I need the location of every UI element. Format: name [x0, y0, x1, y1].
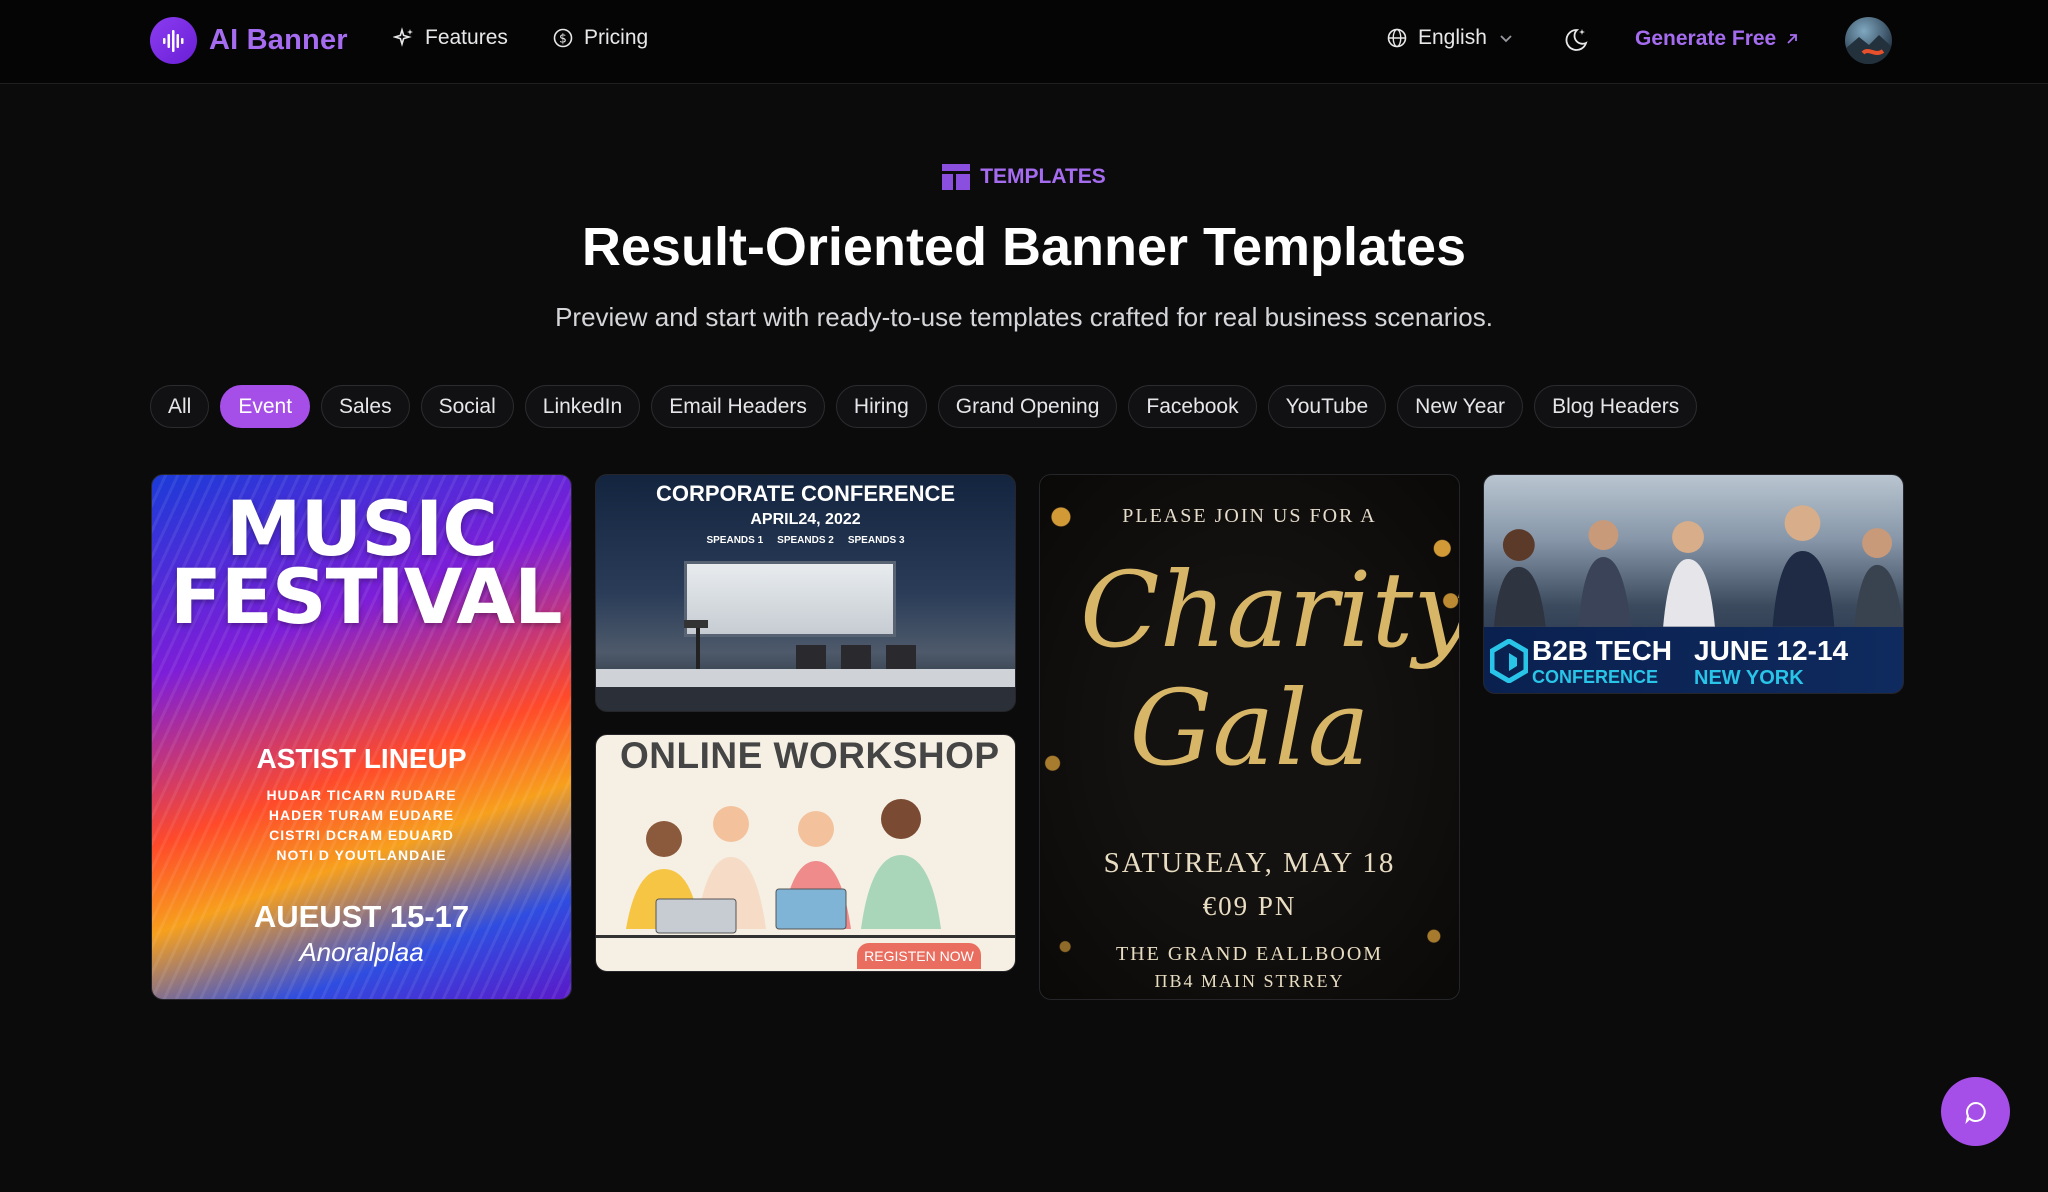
- chat-support-button[interactable]: [1941, 1077, 2010, 1146]
- nav-features[interactable]: Features: [393, 26, 508, 50]
- nav-pricing[interactable]: $ Pricing: [552, 26, 648, 50]
- brand-logo[interactable]: AI Banner: [150, 17, 348, 64]
- generate-free-label: Generate Free: [1635, 27, 1777, 50]
- b2b-city: NEW YORK: [1694, 667, 1804, 689]
- page-subtitle: Preview and start with ready-to-use temp…: [555, 302, 1493, 332]
- brand-name: AI Banner: [209, 24, 348, 56]
- generate-free-link[interactable]: Generate Free: [1635, 27, 1800, 51]
- theme-toggle[interactable]: [1560, 25, 1590, 60]
- stage-base: [596, 687, 1015, 711]
- lineup-line: CISTRI DCRAM EDUARD: [269, 827, 454, 843]
- category-filter-bar: All Event Sales Social LinkedIn Email He…: [150, 385, 1698, 428]
- filter-youtube[interactable]: YouTube: [1267, 385, 1387, 428]
- nav-pricing-label: Pricing: [584, 26, 649, 49]
- music-festival-title: MUSIC FESTIVAL: [170, 484, 563, 641]
- svg-text:$: $: [559, 32, 567, 46]
- lineup-line: HUDAR TICARN RUDARE: [266, 787, 457, 803]
- filter-blog-headers[interactable]: Blog Headers: [1534, 385, 1698, 428]
- gala-venue: THE GRAND EALLBOOM: [1115, 943, 1384, 965]
- music-lineup-list: HUDAR TICARN RUDARE HADER TURAM EUDARE C…: [152, 785, 571, 865]
- filter-event[interactable]: Event: [220, 385, 311, 428]
- template-card-b2b-tech-conference[interactable]: B2B TECH CONFERENCE JUNE 12-14 NEW YORK: [1483, 474, 1904, 694]
- template-card-charity-gala[interactable]: PLEASE JOIN US FOR A Charity Gala SATURE…: [1039, 474, 1460, 1000]
- dollar-circle-icon: $: [553, 28, 573, 48]
- page-title: Result-Oriented Banner Templates: [581, 217, 1467, 277]
- filter-grand-opening[interactable]: Grand Opening: [937, 385, 1118, 428]
- template-card-corporate-conference[interactable]: CORPORATE CONFERENCE APRIL24, 2022 SPEAN…: [595, 474, 1016, 712]
- globe-icon: [1387, 28, 1407, 48]
- language-selector[interactable]: English: [1386, 26, 1515, 50]
- moon-stars-icon: [1565, 29, 1588, 51]
- gala-intro: PLEASE JOIN US FOR A: [1122, 505, 1377, 527]
- business-people-illustration: [1493, 505, 1903, 627]
- templates-badge: TEMPLATES: [0, 164, 2048, 190]
- gala-street: ПB4 MAIN STRREY: [1154, 971, 1345, 991]
- stage-floor: [596, 669, 1015, 689]
- music-venue: Anoralplaa: [299, 937, 424, 967]
- filter-email-headers[interactable]: Email Headers: [651, 385, 825, 428]
- filter-all[interactable]: All: [150, 385, 210, 428]
- b2b-event-type: CONFERENCE: [1532, 667, 1659, 687]
- filter-sales[interactable]: Sales: [321, 385, 410, 428]
- filter-linkedin[interactable]: LinkedIn: [524, 385, 641, 428]
- gala-script-title: Charity Gala: [1080, 549, 1460, 789]
- template-card-music-festival[interactable]: MUSIC FESTIVAL ASTIST LINEUP HUDAR TICAR…: [151, 474, 572, 1000]
- b2b-event-name: B2B TECH: [1532, 635, 1673, 666]
- people-with-laptops-illustration: [626, 799, 941, 934]
- soundwave-logo-icon: [150, 17, 197, 64]
- filter-social[interactable]: Social: [420, 385, 514, 428]
- hexagon-logo-icon: [1490, 639, 1528, 683]
- top-navbar: AI Banner Features $ Pricing English Gen…: [0, 0, 2048, 84]
- nav-features-label: Features: [425, 26, 508, 49]
- templates-badge-label: TEMPLATES: [980, 165, 1106, 188]
- b2b-date: JUNE 12-14: [1694, 635, 1849, 666]
- gala-time: €09 PN: [1202, 891, 1297, 921]
- layout-template-icon: [942, 164, 971, 190]
- user-avatar[interactable]: [1845, 17, 1892, 64]
- filter-new-year[interactable]: New Year: [1397, 385, 1524, 428]
- lineup-line: HADER TURAM EUDARE: [268, 807, 455, 823]
- music-date: AUEUST 15-17: [253, 899, 470, 934]
- workshop-table-line: [596, 935, 1015, 938]
- workshop-title: ONLINE WORKSHOP: [620, 735, 1000, 776]
- music-lineup-heading: ASTIST LINEUP: [256, 743, 467, 774]
- language-label: English: [1418, 26, 1487, 49]
- gala-date: SATUREAY, MAY 18: [1103, 847, 1396, 879]
- filter-facebook[interactable]: Facebook: [1128, 385, 1257, 428]
- arrow-up-right-icon: [1787, 34, 1798, 44]
- b2b-info-bar: B2B TECH CONFERENCE JUNE 12-14 NEW YORK: [1484, 627, 1903, 693]
- filter-hiring[interactable]: Hiring: [835, 385, 927, 428]
- sparkle-icon: [393, 27, 413, 47]
- register-now-button: REGISTEN NOW: [857, 943, 981, 969]
- template-card-online-workshop[interactable]: ONLINE WORKSHOP REGISTEN NOW: [595, 734, 1016, 972]
- chevron-down-icon: [1500, 35, 1512, 43]
- chat-bubble-icon: [1964, 1101, 1986, 1124]
- lineup-line: NOTI D YOUTLANDAIE: [276, 847, 447, 863]
